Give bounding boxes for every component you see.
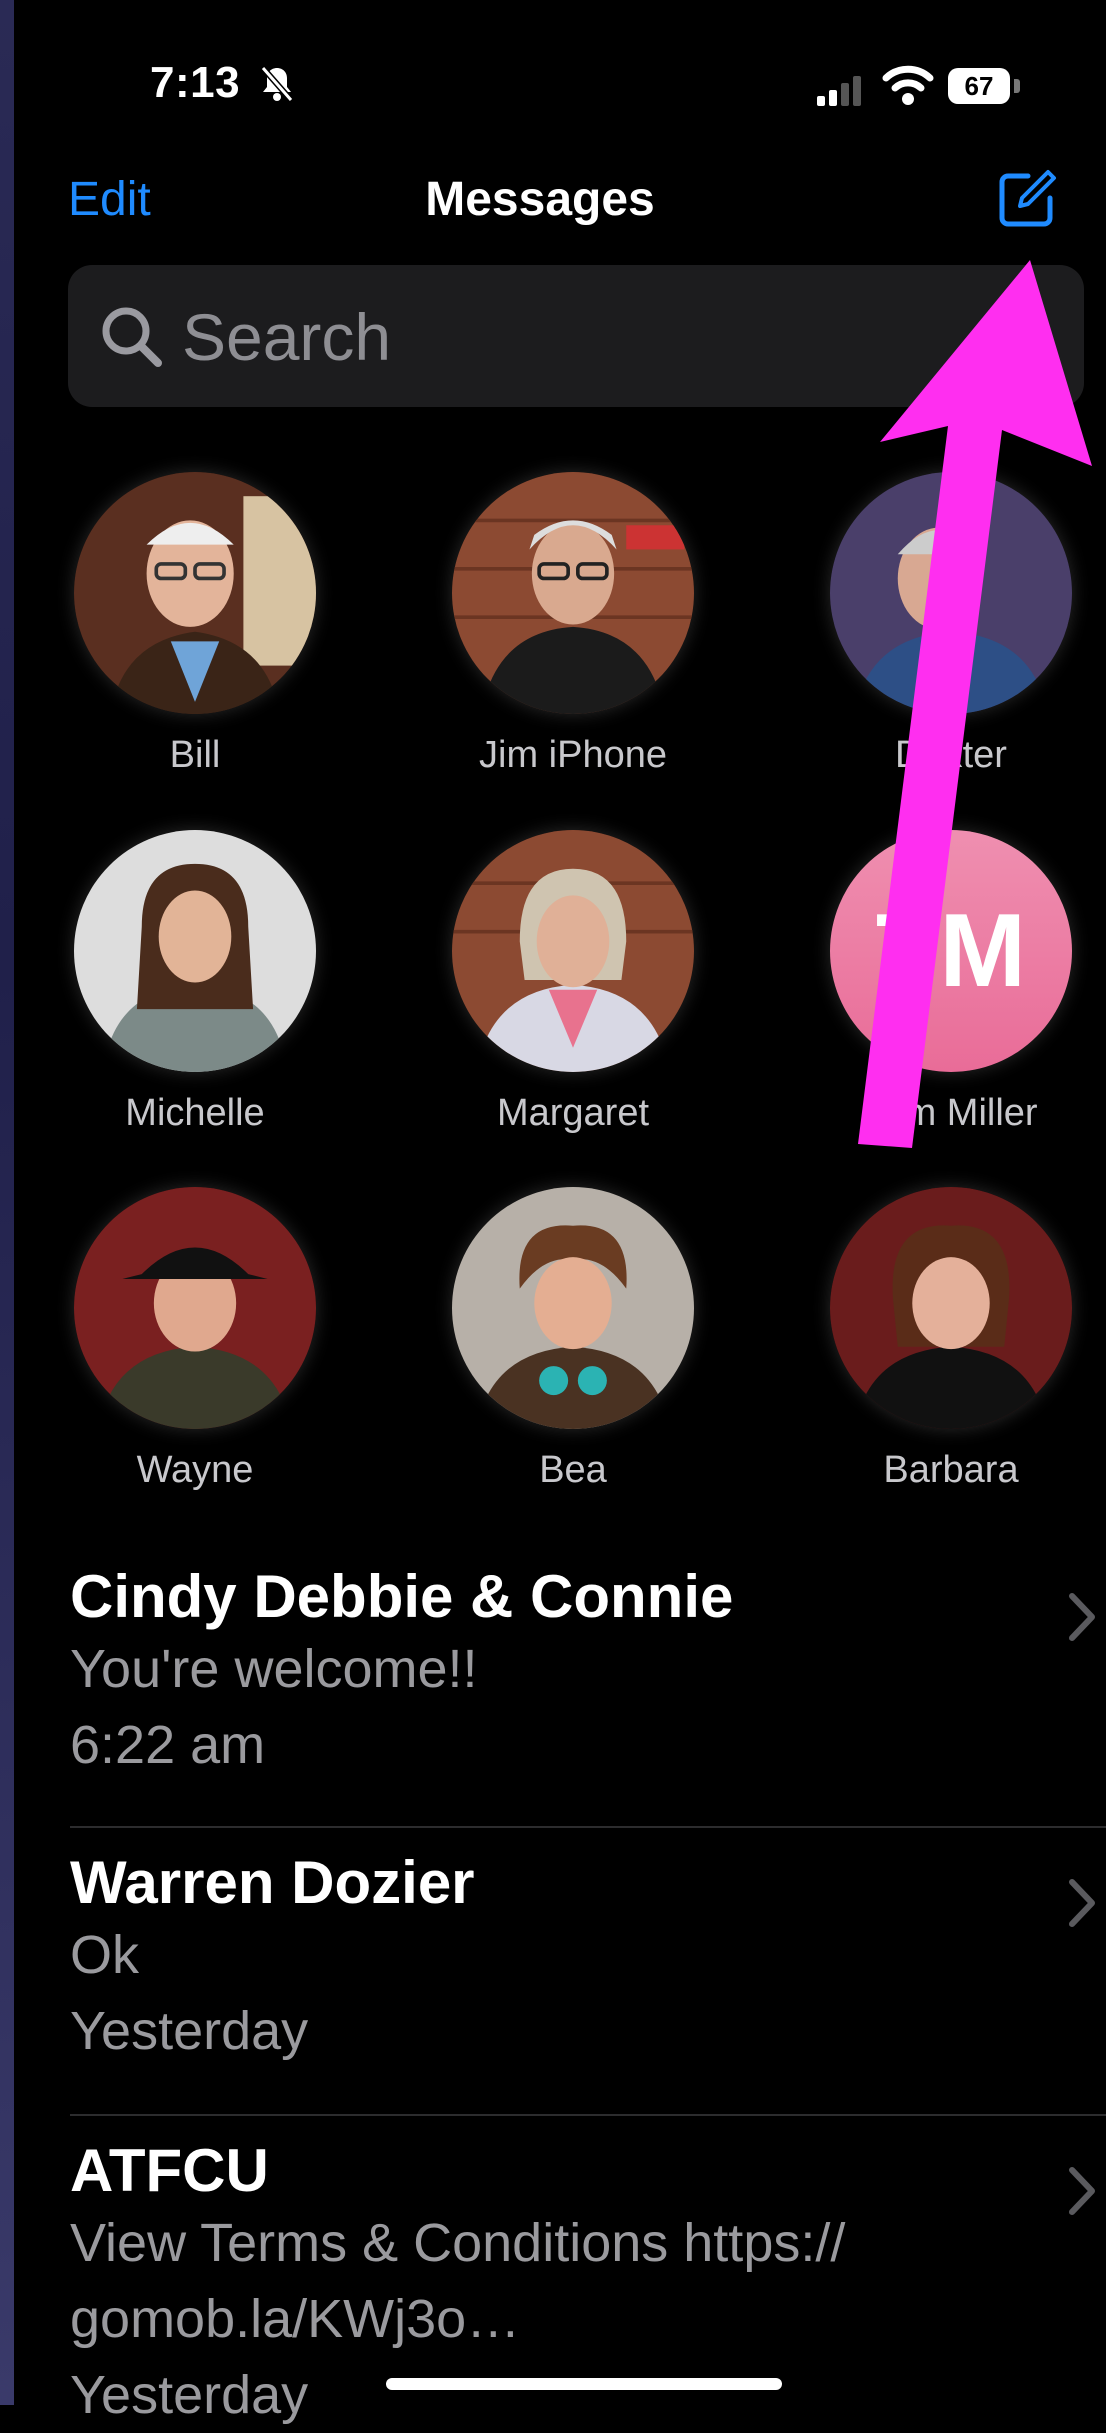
avatar — [830, 1187, 1072, 1429]
conversation-row[interactable]: Cindy Debbie & Connie You're welcome!! 6… — [70, 1562, 1106, 1783]
search-input[interactable] — [180, 295, 1044, 379]
battery-indicator: 67 — [948, 68, 1022, 104]
avatar — [452, 1187, 694, 1429]
pinned-contact-bill[interactable]: Bill — [15, 472, 375, 776]
bell-slash-icon — [260, 66, 294, 102]
avatar-initials: TM — [830, 830, 1072, 1072]
status-bar: 7:13 67 — [14, 40, 1106, 130]
conversation-preview: Ok — [70, 1925, 140, 1985]
pinned-contact-name: Jim iPhone — [479, 734, 667, 776]
avatar — [452, 472, 694, 714]
avatar — [830, 472, 1072, 714]
photo-avatar-icon — [452, 472, 694, 714]
avatar — [74, 472, 316, 714]
compose-icon[interactable] — [994, 166, 1060, 232]
pinned-contact-name: Margaret — [496, 1092, 650, 1134]
conversation-time: Yesterday — [70, 2365, 309, 2425]
photo-avatar-icon — [452, 830, 694, 1072]
pinned-contact-name: Barbara — [883, 1449, 1019, 1491]
messages-screen: 7:13 67 Edit Messages Search Bill Jim iP… — [14, 0, 1106, 2425]
pinned-contact-barbara[interactable]: Barbara — [771, 1187, 1106, 1491]
photo-avatar-icon — [830, 472, 1072, 714]
avatar — [452, 830, 694, 1072]
pinned-contact-name: Bea — [539, 1449, 607, 1491]
chevron-right-icon — [1069, 1593, 1095, 1641]
photo-avatar-icon — [74, 1187, 316, 1429]
conversation-name: Warren Dozier — [70, 1849, 475, 1916]
row-divider — [70, 2114, 1106, 2116]
home-indicator[interactable] — [386, 2378, 782, 2390]
cellular-signal-icon — [817, 76, 861, 106]
photo-avatar-icon — [74, 472, 316, 714]
battery-level: 67 — [948, 68, 1010, 104]
pinned-contact-tom-miller[interactable]: TM Tom Miller — [771, 830, 1106, 1134]
device-frame-edge — [0, 0, 14, 2405]
avatar — [74, 830, 316, 1072]
pinned-contact-wayne[interactable]: Wayne — [15, 1187, 375, 1491]
conversation-preview: View Terms & Conditions https:// gomob.l… — [70, 2213, 846, 2349]
conversation-time: Yesterday — [70, 2001, 309, 2061]
pinned-contact-name: Dexter — [895, 734, 1007, 776]
conversation-row[interactable]: Warren Dozier Ok Yesterday — [70, 1848, 1106, 2069]
search-icon — [102, 307, 162, 367]
conversation-preview: You're welcome!! — [70, 1639, 478, 1699]
avatar: TM — [830, 830, 1072, 1072]
search-bar[interactable] — [68, 265, 1084, 407]
status-time: 7:13 — [150, 58, 241, 107]
photo-avatar-icon — [452, 1187, 694, 1429]
avatar — [74, 1187, 316, 1429]
pinned-contact-bea[interactable]: Bea — [393, 1187, 753, 1491]
pinned-contact-jim-iphone[interactable]: Jim iPhone — [393, 472, 753, 776]
chevron-right-icon — [1069, 1879, 1095, 1927]
row-divider — [70, 1826, 1106, 1828]
pinned-contact-michelle[interactable]: Michelle — [15, 830, 375, 1134]
pinned-contact-name: Bill — [169, 734, 221, 776]
page-title: Messages — [425, 173, 655, 226]
conversation-name: Cindy Debbie & Connie — [70, 1563, 734, 1630]
pinned-contact-dexter[interactable]: Dexter — [771, 472, 1106, 776]
pinned-contact-name: Tom Miller — [864, 1092, 1038, 1134]
chevron-right-icon — [1069, 2167, 1095, 2215]
conversation-time: 6:22 am — [70, 1715, 266, 1775]
wifi-icon — [882, 65, 934, 105]
photo-avatar-icon — [830, 1187, 1072, 1429]
pinned-contact-name: Michelle — [125, 1092, 265, 1134]
battery-cap — [1014, 79, 1020, 93]
pinned-contact-margaret[interactable]: Margaret — [393, 830, 753, 1134]
conversation-name: ATFCU — [70, 2137, 269, 2204]
pinned-contact-name: Wayne — [136, 1449, 254, 1491]
photo-avatar-icon — [74, 830, 316, 1072]
